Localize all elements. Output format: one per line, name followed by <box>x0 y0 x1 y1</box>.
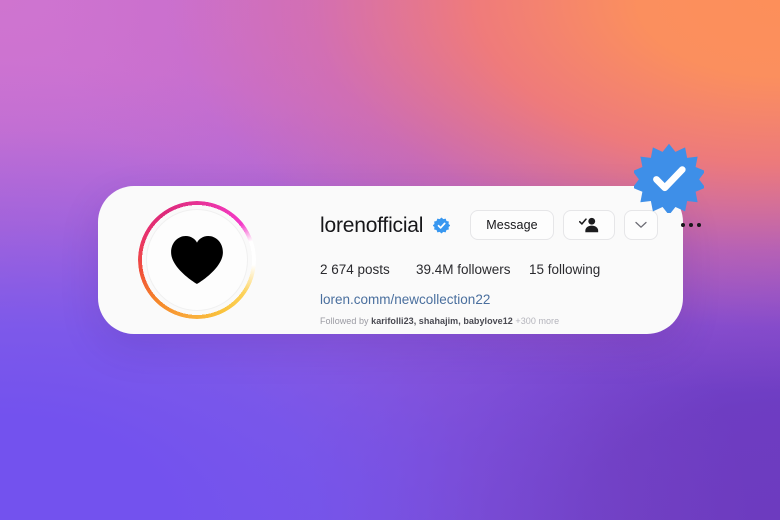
chevron-down-icon <box>635 221 647 229</box>
followed-by: Followed by karifolli23, shahajim, babyl… <box>320 316 659 326</box>
profile-info: lorenofficial Message 2 674 posts 39.4M … <box>320 208 701 326</box>
dot <box>680 223 685 227</box>
avatar-image <box>146 209 248 311</box>
more-options-dropdown-button[interactable] <box>623 210 658 240</box>
verified-badge-icon <box>433 217 451 234</box>
stat-posts: 2 674 posts <box>320 262 390 277</box>
followed-by-prefix: Followed by <box>320 316 369 326</box>
username-row: lorenofficial Message <box>320 208 701 242</box>
ellipsis-icon[interactable] <box>679 219 703 231</box>
followed-by-names[interactable]: karifolli23, shahajim, babylove12 <box>371 316 513 326</box>
person-check-icon <box>578 217 599 233</box>
avatar[interactable] <box>138 201 256 319</box>
followed-by-more[interactable]: +300 more <box>515 316 559 326</box>
dot <box>696 223 701 227</box>
message-button[interactable]: Message <box>470 210 554 240</box>
stat-following[interactable]: 15 following <box>529 262 600 277</box>
profile-actions: Message <box>470 210 702 240</box>
page-title: lorenofficial <box>320 213 424 237</box>
profile-link[interactable]: loren.comm/newcollection22 <box>320 292 490 307</box>
stat-followers[interactable]: 39.4M followers <box>416 262 529 277</box>
profile-card: lorenofficial Message 2 674 posts 39.4M … <box>98 186 701 334</box>
profile-stats: 2 674 posts 39.4M followers 15 following <box>320 262 659 277</box>
heart-icon <box>169 234 225 286</box>
verified-starburst-icon <box>634 143 704 213</box>
dot <box>688 223 693 227</box>
following-button[interactable] <box>562 210 615 240</box>
